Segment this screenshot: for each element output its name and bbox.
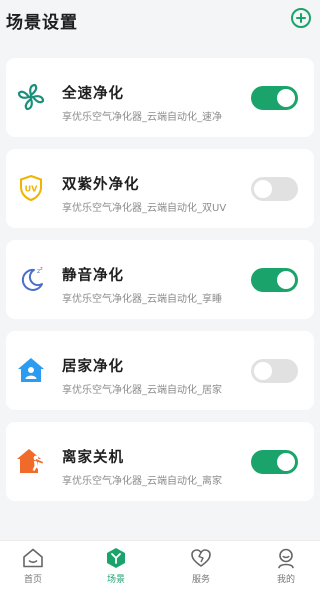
- scene-card[interactable]: 全速净化 享优乐空气净化器_云端自动化_速净: [6, 58, 314, 137]
- uv-shield-icon: UV: [16, 173, 46, 203]
- nav-mine[interactable]: 我的: [256, 545, 316, 601]
- scene-icon: [105, 547, 127, 569]
- scene-toggle[interactable]: [251, 268, 298, 292]
- toggle-knob: [277, 89, 295, 107]
- scene-description: 享优乐空气净化器_云端自动化_速净: [62, 112, 222, 123]
- nav-service[interactable]: 服务: [171, 545, 231, 601]
- page-title: 场景设置: [6, 13, 78, 33]
- plus-circle-icon[interactable]: [291, 8, 311, 28]
- toggle-knob: [254, 180, 272, 198]
- nav-home[interactable]: 首页: [3, 545, 63, 601]
- svg-text:UV: UV: [25, 185, 38, 194]
- scene-description: 享优乐空气净化器_云端自动化_享睡: [62, 294, 222, 305]
- toggle-knob: [254, 362, 272, 380]
- home-icon: [22, 547, 44, 569]
- scene-name: 离家关机: [62, 450, 124, 466]
- nav-label: 服务: [191, 575, 210, 585]
- fan-icon: [16, 82, 46, 112]
- scene-name: 静音净化: [62, 268, 124, 284]
- home-person-icon: [16, 355, 46, 385]
- scene-toggle[interactable]: [251, 450, 298, 474]
- toggle-knob: [277, 271, 295, 289]
- scene-toggle[interactable]: [251, 359, 298, 383]
- bottom-nav: 首页 场景 服务 我的: [0, 540, 320, 608]
- moon-icon: z z: [16, 264, 46, 294]
- scene-card[interactable]: z z 静音净化 享优乐空气净化器_云端自动化_享睡: [6, 240, 314, 319]
- nav-label: 场景: [106, 575, 125, 585]
- nav-label: 首页: [23, 575, 42, 585]
- toggle-knob: [277, 453, 295, 471]
- scene-card[interactable]: 离家关机 享优乐空气净化器_云端自动化_离家: [6, 422, 314, 501]
- svg-text:z: z: [40, 266, 43, 272]
- scene-name: 居家净化: [62, 359, 124, 375]
- scene-name: 全速净化: [62, 86, 124, 102]
- nav-label: 我的: [276, 575, 295, 585]
- header: 场景设置: [0, 0, 320, 40]
- leave-home-icon: [16, 446, 46, 476]
- user-icon: [275, 547, 297, 569]
- scene-description: 享优乐空气净化器_云端自动化_居家: [62, 385, 222, 396]
- scene-description: 享优乐空气净化器_云端自动化_双UV: [62, 203, 227, 214]
- heart-icon: [190, 547, 212, 569]
- scene-card[interactable]: 居家净化 享优乐空气净化器_云端自动化_居家: [6, 331, 314, 410]
- nav-scene[interactable]: 场景: [86, 545, 146, 601]
- scene-card[interactable]: UV 双紫外净化 享优乐空气净化器_云端自动化_双UV: [6, 149, 314, 228]
- scene-toggle[interactable]: [251, 177, 298, 201]
- scene-description: 享优乐空气净化器_云端自动化_离家: [62, 476, 222, 487]
- scene-toggle[interactable]: [251, 86, 298, 110]
- scene-name: 双紫外净化: [62, 177, 140, 193]
